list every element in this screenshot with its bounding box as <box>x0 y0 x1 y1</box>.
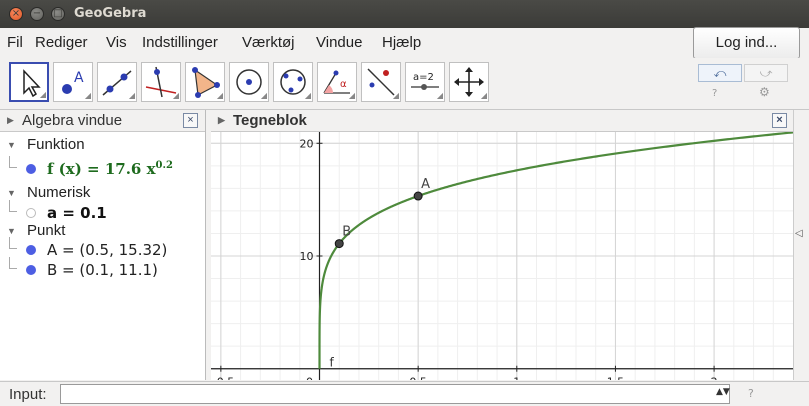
y-tick-label: 20 <box>300 137 314 150</box>
x-tick-label: 1.5 <box>607 376 625 380</box>
visibility-toggle-icon[interactable] <box>26 208 36 218</box>
x-tick-label: 0.5 <box>409 376 427 380</box>
algebra-view: ▶ Algebra vindue × ▼ Funktion f (x) = 17… <box>0 110 206 380</box>
help-icon[interactable]: ? <box>712 88 717 99</box>
point-tool[interactable]: A ◢ <box>53 62 93 102</box>
menu-fil[interactable]: Fil <box>7 34 23 51</box>
collapse-right-icon[interactable]: ◁ <box>795 228 803 239</box>
graphics-close-button[interactable]: × <box>772 113 787 128</box>
numeric-text: a = 0.1 <box>47 204 107 222</box>
window-minimize-button[interactable]: − <box>30 7 44 21</box>
geogebra-window: × − □ GeoGebra Fil Rediger Vis Indstilli… <box>0 0 809 406</box>
perpendicular-tool[interactable]: ◢ <box>141 62 181 102</box>
point-b-text: B = (0.1, 11.1) <box>47 261 158 279</box>
title-bar: × − □ GeoGebra <box>0 0 809 28</box>
circle-center-tool[interactable]: ◢ <box>229 62 269 102</box>
algebra-header: ▶ Algebra vindue × <box>0 110 205 132</box>
menu-bar: Fil Rediger Vis Indstillinger Værktøj Vi… <box>0 28 809 58</box>
plot-canvas[interactable]: −0.5 0 0.5 1 1.5 2 10 20 f A B <box>211 132 793 380</box>
gear-icon[interactable]: ⚙ <box>759 85 770 99</box>
visibility-toggle-icon[interactable] <box>26 265 36 275</box>
toolbar: ◢ A ◢ ◢ ◢ ◢ ◢ ◢ α ◢ ◢ a=2 ◢ ◢ <box>0 58 809 110</box>
menu-rediger[interactable]: Rediger <box>35 34 88 51</box>
slider-tool[interactable]: a=2 ◢ <box>405 62 445 102</box>
svg-text:A: A <box>74 70 84 86</box>
point-label: A <box>421 177 430 192</box>
symbol-dropdown-icon[interactable]: ▲▼ <box>716 387 730 397</box>
expand-icon: ▼ <box>7 140 16 150</box>
function-exponent: 0.2 <box>155 160 173 171</box>
x-tick-label: −0.5 <box>211 376 234 380</box>
category-label: Numerisk <box>27 184 91 201</box>
side-panel-edge <box>793 110 809 380</box>
svg-text:a=2: a=2 <box>413 72 434 83</box>
category-label: Punkt <box>27 222 66 239</box>
point-b <box>334 239 344 249</box>
graphics-title: Tegneblok <box>233 112 307 129</box>
input-field[interactable] <box>60 384 730 404</box>
graphics-view[interactable]: ▶ Tegneblok × −0.5 0 0.5 1 1.5 2 10 20 f A B <box>211 110 793 380</box>
y-tick-label: 10 <box>300 250 314 263</box>
visibility-toggle-icon[interactable] <box>26 164 36 174</box>
window-title: GeoGebra <box>74 6 147 21</box>
line-tool[interactable]: ◢ <box>97 62 137 102</box>
expand-icon: ▼ <box>7 226 16 236</box>
input-label: Input: <box>9 386 47 403</box>
x-tick-label: 1 <box>513 376 520 380</box>
category-label: Funktion <box>27 136 85 153</box>
expand-icon: ▼ <box>7 188 16 198</box>
login-button[interactable]: Log ind... <box>693 27 800 59</box>
graphics-header: ▶ Tegneblok × <box>211 110 793 132</box>
move-tool[interactable]: ◢ <box>9 62 49 102</box>
panel-collapse-icon[interactable]: ▶ <box>7 115 14 126</box>
menu-vis[interactable]: Vis <box>106 34 127 51</box>
function-text: f (x) = 17.6 x0.2 <box>47 160 173 178</box>
move-view-tool[interactable]: ◢ <box>449 62 489 102</box>
point-a-text: A = (0.5, 15.32) <box>47 241 168 259</box>
algebra-close-button[interactable]: × <box>183 113 198 128</box>
window-maximize-button[interactable]: □ <box>51 7 65 21</box>
menu-hjaelp[interactable]: Hjælp <box>382 34 421 51</box>
redo-button[interactable]: ⤻ <box>744 64 788 82</box>
circle-three-points-tool[interactable]: ◢ <box>273 62 313 102</box>
window-close-button[interactable]: × <box>9 7 23 21</box>
svg-text:α: α <box>340 79 347 90</box>
help-icon[interactable]: ? <box>748 387 754 400</box>
point-label: B <box>342 225 351 240</box>
angle-tool[interactable]: α ◢ <box>317 62 357 102</box>
function-label: f <box>330 356 335 370</box>
x-tick-label: 0 <box>306 376 313 380</box>
reflect-tool[interactable]: ◢ <box>361 62 401 102</box>
point-a <box>413 191 423 201</box>
visibility-toggle-icon[interactable] <box>26 245 36 255</box>
function-expression: f (x) = 17.6 x <box>47 160 156 178</box>
polygon-tool[interactable]: ◢ <box>185 62 225 102</box>
algebra-title: Algebra vindue <box>22 112 123 129</box>
menu-vaerktoej[interactable]: Værktøj <box>242 34 295 51</box>
menu-vindue[interactable]: Vindue <box>316 34 362 51</box>
input-bar: Input: ▲▼ ? <box>0 381 809 406</box>
panel-collapse-icon[interactable]: ▶ <box>218 115 225 126</box>
undo-button[interactable]: ⤺ <box>698 64 742 82</box>
menu-indstillinger[interactable]: Indstillinger <box>142 34 218 51</box>
x-tick-label: 2 <box>711 376 718 380</box>
